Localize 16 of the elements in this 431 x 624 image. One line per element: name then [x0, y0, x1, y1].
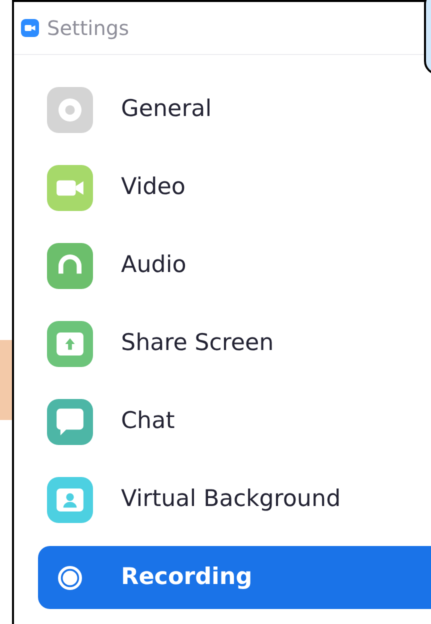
- sidebar-label: Recording: [121, 563, 252, 592]
- sidebar-label: Video: [121, 173, 186, 202]
- sidebar-label: Chat: [121, 407, 175, 436]
- sidebar-item[interactable]: Share Screen: [38, 312, 431, 375]
- sidebar-item[interactable]: Audio: [38, 234, 431, 297]
- sidebar-label: Share Screen: [121, 329, 274, 358]
- sidebar-item[interactable]: Video: [38, 156, 431, 219]
- sidebar-item[interactable]: Recording: [38, 546, 431, 609]
- window-title: Settings: [47, 15, 130, 42]
- sidebar-item[interactable]: Virtual Background: [38, 468, 431, 531]
- sidebar-label: General: [121, 95, 212, 124]
- sidebar-label: Virtual Background: [121, 485, 341, 514]
- sidebar-item[interactable]: General: [38, 78, 431, 141]
- video-camera-icon: [21, 19, 39, 37]
- sidebar-item[interactable]: Chat: [38, 390, 431, 453]
- sidebar-label: Audio: [121, 251, 186, 280]
